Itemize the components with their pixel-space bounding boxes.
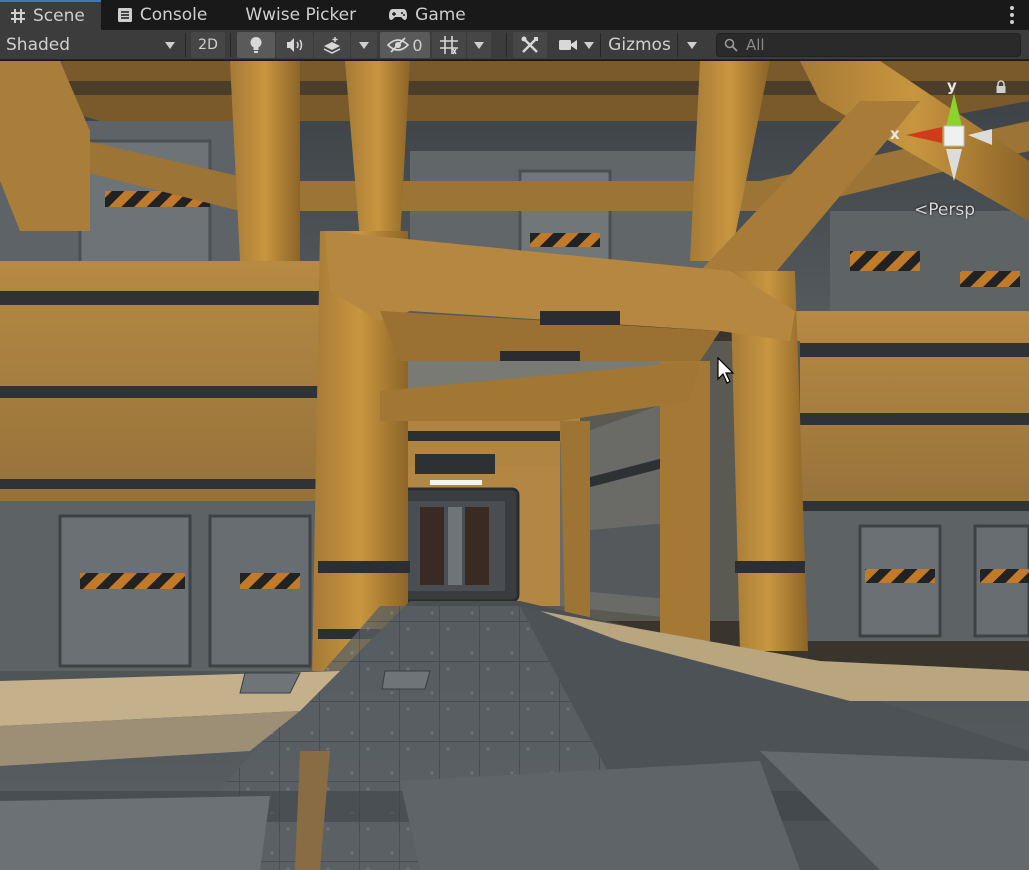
tab-console-label: Console (139, 5, 208, 25)
lightbulb-icon (250, 37, 262, 53)
chevron-down-icon (165, 41, 175, 49)
projection-label: Persp (928, 200, 975, 220)
gizmo-x-label: x (890, 125, 900, 143)
gizmo-center-cube[interactable] (943, 125, 965, 147)
tab-game[interactable]: Game (372, 0, 482, 30)
chevron-down-icon (359, 41, 369, 49)
tools-wrench-icon (521, 36, 538, 53)
lock-icon[interactable] (995, 80, 1007, 94)
gizmos-label: Gizmos (608, 35, 671, 55)
gamepad-icon (389, 9, 408, 20)
audio-toggle-button[interactable] (276, 32, 313, 58)
toggle-2d-label: 2D (198, 37, 218, 53)
tab-scene-label: Scene (33, 6, 85, 26)
editor-tab-bar: Scene Console Wwise Picker Game (0, 0, 1029, 30)
tab-wwise-picker-label: Wwise Picker (245, 5, 357, 25)
gizmo-x-axis-cone[interactable] (906, 127, 942, 143)
effects-dropdown[interactable] (351, 32, 377, 58)
tab-game-label: Game (415, 5, 466, 25)
grid-axis-icon (440, 36, 458, 55)
scene-search[interactable] (716, 33, 1021, 57)
toolbar-divider (677, 33, 678, 57)
grid-dropdown[interactable] (467, 32, 491, 58)
toolbar-divider (600, 33, 601, 57)
gizmo-neg-y-cone[interactable] (946, 149, 962, 181)
speaker-icon (286, 38, 302, 52)
shading-mode-dropdown[interactable]: Shaded (0, 32, 183, 58)
chevron-down-icon (474, 41, 484, 49)
grid-hash-icon (11, 9, 25, 23)
scene-visibility-button[interactable]: 0 (380, 32, 430, 58)
search-input[interactable] (746, 36, 1006, 54)
chevron-left-icon: < (914, 200, 929, 220)
toolbar-divider (185, 33, 186, 57)
toggle-2d-button[interactable]: 2D (191, 32, 225, 58)
grid-toggle-button[interactable] (432, 32, 466, 58)
camera-icon (559, 40, 577, 50)
kebab-menu-icon[interactable] (1009, 6, 1015, 24)
console-icon (117, 8, 132, 22)
gizmo-y-axis-cone[interactable] (946, 93, 962, 127)
chevron-down-icon (584, 41, 594, 49)
effects-toggle-button[interactable] (314, 32, 350, 58)
mouse-cursor-icon (717, 357, 735, 384)
eye-hidden-icon (387, 37, 410, 53)
gizmos-dropdown[interactable] (680, 32, 704, 58)
toolbar-divider (230, 33, 231, 57)
scene-toolbar: Shaded 2D 0 Gizmos All (0, 30, 1029, 60)
projection-toggle[interactable]: <Persp (914, 200, 975, 220)
camera-settings-button[interactable] (553, 32, 599, 58)
scene-render (0, 61, 1029, 870)
tools-button[interactable] (513, 32, 547, 58)
gizmo-y-label: y (947, 79, 957, 95)
shading-mode-value: Shaded (6, 35, 71, 55)
scene-viewport[interactable]: y x <Persp (0, 61, 1029, 870)
tab-scene[interactable]: Scene (0, 0, 101, 30)
lighting-toggle-button[interactable] (237, 32, 275, 58)
tab-console[interactable]: Console (101, 0, 224, 30)
layers-effects-icon (323, 37, 341, 54)
hidden-objects-count: 0 (412, 35, 423, 55)
toolbar-divider (506, 33, 507, 57)
search-icon (724, 38, 738, 52)
chevron-down-icon (687, 41, 697, 49)
gizmos-toggle-button[interactable]: Gizmos (603, 32, 676, 58)
gizmo-neg-x-cone[interactable] (968, 129, 992, 145)
tab-wwise-picker[interactable]: Wwise Picker (223, 0, 372, 30)
